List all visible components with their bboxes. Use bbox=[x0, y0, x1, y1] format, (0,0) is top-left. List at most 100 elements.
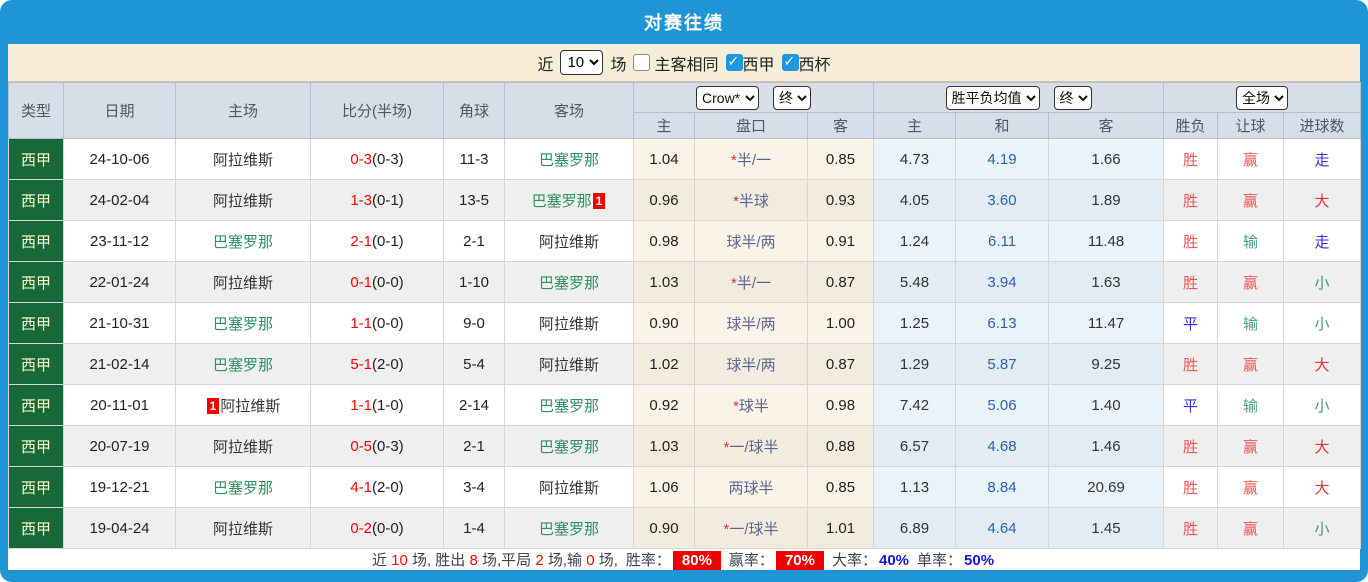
date-cell: 23-11-12 bbox=[63, 220, 176, 262]
league-cell: 西甲 bbox=[8, 384, 64, 426]
odds-time-select[interactable]: 终 bbox=[773, 85, 812, 110]
handicap-cell: *半/一 bbox=[694, 138, 808, 180]
odds-away-cell: 0.87 bbox=[806, 261, 875, 303]
summary-prefix: 近 10 场, 胜出 8 场,平局 2 场,输 0 场, bbox=[372, 549, 618, 570]
match-table-body: 西甲 24-10-06 阿拉维斯 0-3(0-3) 11-3 巴塞罗那 1.04 *半/一 0.… bbox=[8, 138, 1362, 549]
result-goals-cell: 小 bbox=[1283, 261, 1362, 303]
recent-label: 近 bbox=[537, 56, 554, 74]
date-cell: 20-07-19 bbox=[63, 425, 176, 467]
score-cell: 1-1(0-0) bbox=[310, 302, 444, 344]
result-wdl-cell: 胜 bbox=[1163, 220, 1219, 262]
league-cell: 西甲 bbox=[8, 261, 64, 303]
avg-draw-cell: 3.94 bbox=[955, 261, 1050, 303]
avg-draw-cell: 3.60 bbox=[955, 179, 1050, 221]
header-result-handicap: 让球 bbox=[1217, 112, 1285, 139]
avg-away-cell: 20.69 bbox=[1048, 466, 1165, 508]
result-wdl-cell: 平 bbox=[1163, 384, 1219, 426]
away-team-cell: 阿拉维斯 bbox=[504, 220, 634, 262]
odds-home-cell: 1.06 bbox=[633, 466, 695, 508]
league-cell: 西甲 bbox=[8, 138, 64, 180]
avg-type-select[interactable]: 胜平负均值 bbox=[945, 85, 1040, 110]
home-team-cell: 巴塞罗那 bbox=[175, 466, 311, 508]
summary-count: 0 bbox=[586, 552, 595, 569]
bookmaker-select[interactable]: Crow* bbox=[696, 85, 760, 110]
handicap-cell: *半球 bbox=[694, 179, 808, 221]
result-handicap-cell: 赢 bbox=[1217, 179, 1285, 221]
score-cell: 1-3(0-1) bbox=[310, 179, 444, 221]
header-date: 日期 bbox=[63, 82, 176, 139]
odds-home-cell: 1.02 bbox=[633, 343, 695, 385]
score-cell: 4-1(2-0) bbox=[310, 466, 444, 508]
scope-select[interactable]: 全场 bbox=[1236, 85, 1289, 110]
panel-body: 近 10 场 主客相同 西甲 西杯 bbox=[8, 44, 1362, 570]
red-card-badge: 1 bbox=[206, 397, 220, 414]
date-cell: 21-02-14 bbox=[63, 343, 176, 385]
table-row: 西甲 21-02-14 巴塞罗那 5-1(2-0) 5-4 阿拉维斯 1.02 球半/两 0.8… bbox=[8, 343, 1362, 385]
summary-count: 8 bbox=[469, 552, 478, 569]
result-wdl-cell: 胜 bbox=[1163, 507, 1219, 549]
avg-home-cell: 1.13 bbox=[873, 466, 957, 508]
header-avg-home: 主 bbox=[873, 112, 957, 139]
result-wdl-cell: 胜 bbox=[1163, 179, 1219, 221]
result-wdl-cell: 胜 bbox=[1163, 261, 1219, 303]
league-checkbox[interactable] bbox=[725, 53, 743, 71]
summary-bar: 近 10 场, 胜出 8 场,平局 2 场,输 0 场, 胜率： 80% 赢率： 70… bbox=[8, 549, 1360, 570]
league-cell: 西甲 bbox=[8, 425, 64, 467]
summary-text: 场,平局 bbox=[477, 552, 536, 569]
odds-home-cell: 0.92 bbox=[633, 384, 695, 426]
avg-group-header: 胜平负均值终 bbox=[873, 82, 1165, 113]
avg-home-cell: 1.29 bbox=[873, 343, 957, 385]
avg-draw-cell: 4.64 bbox=[955, 507, 1050, 549]
result-handicap-cell: 输 bbox=[1217, 302, 1285, 344]
odds-home-cell: 1.04 bbox=[633, 138, 695, 180]
rate-value: 70% bbox=[775, 551, 824, 570]
header-result-goals: 进球数 bbox=[1283, 112, 1362, 139]
table-row: 西甲 19-04-24 阿拉维斯 0-2(0-0) 1-4 巴塞罗那 0.90 *一/球半 1.… bbox=[8, 507, 1362, 549]
away-team-cell: 阿拉维斯 bbox=[504, 302, 634, 344]
odds-away-cell: 0.88 bbox=[806, 425, 875, 467]
summary-text: 场, bbox=[594, 552, 618, 569]
result-wdl-cell: 胜 bbox=[1163, 425, 1219, 467]
same-venue-checkbox[interactable] bbox=[633, 54, 651, 71]
result-group-header: 全场 bbox=[1163, 82, 1362, 113]
home-team-cell: 巴塞罗那 bbox=[175, 343, 311, 385]
league-cell: 西甲 bbox=[8, 179, 64, 221]
score-cell: 0-1(0-0) bbox=[310, 261, 444, 303]
odds-away-cell: 0.98 bbox=[806, 384, 875, 426]
away-team-cell: 阿拉维斯 bbox=[504, 466, 634, 508]
odds-away-cell: 1.01 bbox=[806, 507, 875, 549]
summary-text: 场,输 bbox=[543, 552, 587, 569]
rate-value: 80% bbox=[672, 551, 721, 570]
home-team-cell: 阿拉维斯 bbox=[175, 261, 311, 303]
odds-away-cell: 0.93 bbox=[806, 179, 875, 221]
home-team-cell: 巴塞罗那 bbox=[175, 302, 311, 344]
avg-away-cell: 1.63 bbox=[1048, 261, 1165, 303]
recent-count-select[interactable]: 10 bbox=[560, 50, 604, 75]
date-cell: 19-04-24 bbox=[63, 507, 176, 549]
date-cell: 24-02-04 bbox=[63, 179, 176, 221]
handicap-cell: 两球半 bbox=[694, 466, 808, 508]
result-goals-cell: 大 bbox=[1283, 425, 1362, 467]
odds-away-cell: 1.00 bbox=[806, 302, 875, 344]
avg-draw-cell: 5.06 bbox=[955, 384, 1050, 426]
score-cell: 0-5(0-3) bbox=[310, 425, 444, 467]
avg-time-select[interactable]: 终 bbox=[1053, 85, 1092, 110]
header-away: 客场 bbox=[504, 82, 634, 139]
odds-home-cell: 0.90 bbox=[633, 302, 695, 344]
cup-checkbox[interactable] bbox=[781, 53, 799, 71]
panel-title: 对赛往绩 bbox=[644, 13, 724, 33]
rate-label: 胜率： bbox=[625, 552, 671, 569]
rate-label: 单率： bbox=[917, 552, 963, 569]
odds-away-cell: 0.85 bbox=[806, 466, 875, 508]
avg-home-cell: 6.57 bbox=[873, 425, 957, 467]
score-cell: 5-1(2-0) bbox=[310, 343, 444, 385]
odds-home-cell: 0.90 bbox=[633, 507, 695, 549]
odds-home-cell: 0.96 bbox=[633, 179, 695, 221]
result-goals-cell: 小 bbox=[1283, 384, 1362, 426]
date-cell: 21-10-31 bbox=[63, 302, 176, 344]
handicap-cell: 球半/两 bbox=[694, 220, 808, 262]
result-handicap-cell: 赢 bbox=[1217, 343, 1285, 385]
odds-away-cell: 0.91 bbox=[806, 220, 875, 262]
table-row: 西甲 23-11-12 巴塞罗那 2-1(0-1) 2-1 阿拉维斯 0.98 球半/两 0.9… bbox=[8, 220, 1362, 262]
score-cell: 0-3(0-3) bbox=[310, 138, 444, 180]
